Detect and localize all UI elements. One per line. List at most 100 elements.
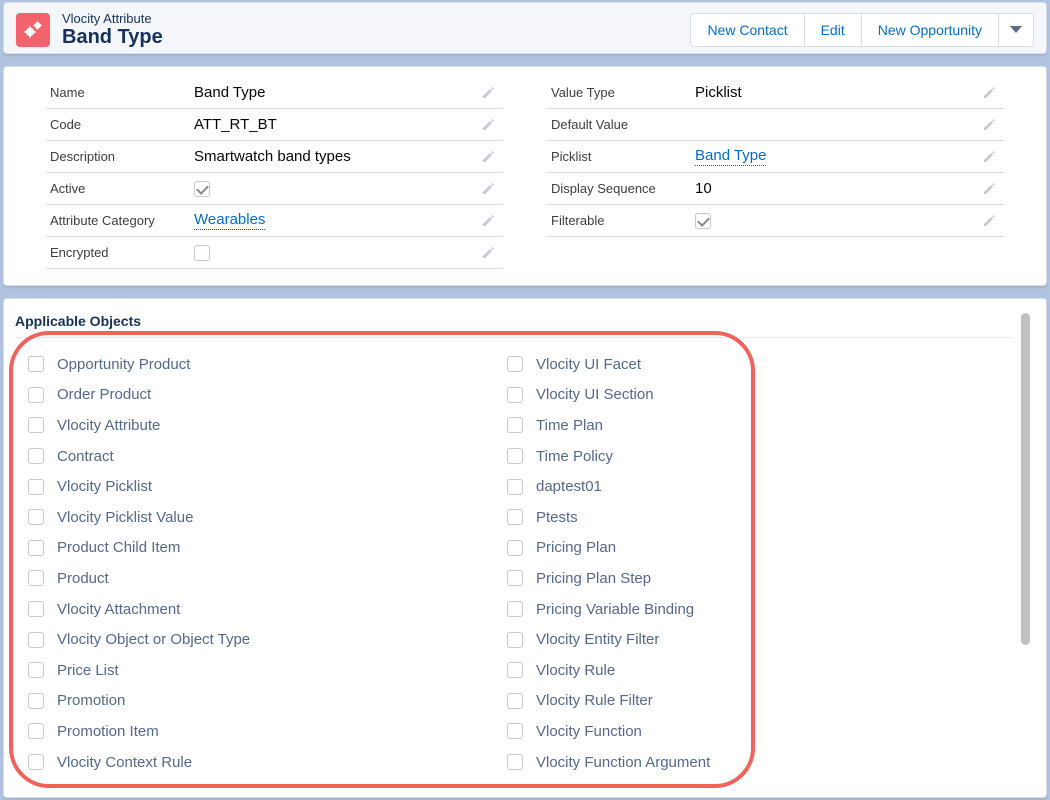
- edit-pencil-icon[interactable]: [982, 86, 996, 100]
- object-item[interactable]: Promotion Item: [28, 716, 250, 747]
- edit-pencil-icon[interactable]: [982, 118, 996, 132]
- object-type-label: Vlocity Attribute: [62, 11, 152, 26]
- edit-pencil-icon[interactable]: [481, 246, 495, 260]
- object-item[interactable]: Vlocity Attachment: [28, 594, 250, 625]
- object-item[interactable]: Vlocity Context Rule: [28, 747, 250, 778]
- object-checkbox[interactable]: [28, 662, 44, 679]
- object-label: Vlocity Picklist: [57, 478, 153, 496]
- field-label: Active: [50, 181, 86, 196]
- record-title: Band Type: [62, 26, 163, 48]
- object-item[interactable]: Vlocity Function Argument: [507, 747, 710, 778]
- field-checkbox: [695, 212, 711, 229]
- object-checkbox[interactable]: [507, 662, 523, 679]
- object-checkbox[interactable]: [507, 754, 523, 771]
- edit-pencil-icon[interactable]: [982, 182, 996, 196]
- object-item[interactable]: Time Policy: [507, 441, 710, 472]
- settings-gears-icon: [16, 13, 50, 47]
- field-row-active: Active: [46, 173, 503, 205]
- new-contact-button[interactable]: New Contact: [691, 14, 805, 46]
- object-checkbox[interactable]: [507, 386, 523, 403]
- object-checkbox[interactable]: [28, 509, 44, 526]
- object-item[interactable]: Vlocity Rule: [507, 655, 710, 686]
- field-label: Display Sequence: [551, 181, 656, 196]
- object-checkbox[interactable]: [28, 570, 44, 587]
- object-checkbox[interactable]: [28, 386, 44, 403]
- object-item[interactable]: Pricing Plan Step: [507, 563, 710, 594]
- object-checkbox[interactable]: [28, 692, 44, 709]
- object-checkbox[interactable]: [28, 539, 44, 556]
- details-left-column: Name Band Type Code ATT_RT_BT Description Sma…: [46, 77, 503, 269]
- object-item[interactable]: Opportunity Product: [28, 349, 250, 380]
- field-value-link[interactable]: Band Type: [695, 147, 767, 166]
- new-opportunity-button[interactable]: New Opportunity: [862, 14, 999, 46]
- object-item[interactable]: daptest01: [507, 471, 710, 502]
- details-right-column: Value Type Picklist Default Value Picklist B…: [547, 77, 1004, 237]
- object-checkbox[interactable]: [507, 631, 523, 648]
- object-label: Pricing Variable Binding: [536, 600, 695, 618]
- object-checkbox[interactable]: [507, 417, 523, 434]
- object-checkbox[interactable]: [507, 692, 523, 709]
- object-label: Product: [57, 569, 109, 587]
- object-label: Pricing Plan Step: [536, 569, 652, 587]
- object-checkbox[interactable]: [507, 448, 523, 465]
- field-row-value-type: Value Type Picklist: [547, 77, 1004, 109]
- object-item[interactable]: Vlocity Picklist Value: [28, 502, 250, 533]
- object-item[interactable]: Product Child Item: [28, 533, 250, 564]
- field-label: Value Type: [551, 85, 615, 100]
- object-checkbox[interactable]: [28, 356, 44, 373]
- object-item[interactable]: Vlocity UI Facet: [507, 349, 710, 380]
- vertical-scrollbar[interactable]: [1021, 313, 1030, 645]
- object-checkbox[interactable]: [28, 723, 44, 740]
- field-row-attribute-category: Attribute Category Wearables: [46, 205, 503, 237]
- object-label: Vlocity Attribute: [57, 416, 161, 434]
- object-label: Contract: [57, 447, 114, 465]
- object-checkbox[interactable]: [28, 417, 44, 434]
- edit-pencil-icon[interactable]: [481, 86, 495, 100]
- edit-pencil-icon[interactable]: [481, 150, 495, 164]
- object-checkbox[interactable]: [28, 631, 44, 648]
- object-checkbox[interactable]: [507, 539, 523, 556]
- object-item[interactable]: Vlocity Entity Filter: [507, 624, 710, 655]
- object-item[interactable]: Vlocity UI Section: [507, 380, 710, 411]
- object-label: Vlocity UI Facet: [536, 355, 642, 373]
- object-label: Vlocity Context Rule: [57, 753, 193, 771]
- record-header: Vlocity Attribute Band Type New Contact …: [3, 2, 1047, 54]
- object-item[interactable]: Ptests: [507, 502, 710, 533]
- more-actions-button[interactable]: [999, 14, 1033, 46]
- object-item[interactable]: Order Product: [28, 380, 250, 411]
- edit-pencil-icon[interactable]: [982, 214, 996, 228]
- field-row-name: Name Band Type: [46, 77, 503, 109]
- object-checkbox[interactable]: [28, 601, 44, 618]
- object-checkbox[interactable]: [507, 509, 523, 526]
- object-item[interactable]: Vlocity Attribute: [28, 410, 250, 441]
- object-item[interactable]: Vlocity Rule Filter: [507, 686, 710, 717]
- edit-pencil-icon[interactable]: [481, 214, 495, 228]
- object-item[interactable]: Contract: [28, 441, 250, 472]
- object-checkbox[interactable]: [28, 754, 44, 771]
- field-value-link[interactable]: Wearables: [194, 211, 266, 230]
- object-item[interactable]: Promotion: [28, 686, 250, 717]
- object-item[interactable]: Pricing Variable Binding: [507, 594, 710, 625]
- object-item[interactable]: Pricing Plan: [507, 533, 710, 564]
- edit-pencil-icon[interactable]: [481, 118, 495, 132]
- object-item[interactable]: Product: [28, 563, 250, 594]
- object-checkbox[interactable]: [28, 478, 44, 495]
- object-item[interactable]: Vlocity Picklist: [28, 471, 250, 502]
- object-label: Promotion Item: [57, 722, 159, 740]
- object-checkbox[interactable]: [507, 601, 523, 618]
- object-checkbox[interactable]: [507, 356, 523, 373]
- object-checkbox[interactable]: [28, 448, 44, 465]
- object-item[interactable]: Vlocity Function: [507, 716, 710, 747]
- object-checkbox[interactable]: [507, 478, 523, 495]
- edit-pencil-icon[interactable]: [481, 182, 495, 196]
- edit-pencil-icon[interactable]: [982, 150, 996, 164]
- object-checkbox[interactable]: [507, 570, 523, 587]
- edit-button[interactable]: Edit: [805, 14, 862, 46]
- object-item[interactable]: Price List: [28, 655, 250, 686]
- object-item[interactable]: Time Plan: [507, 410, 710, 441]
- field-row-picklist: Picklist Band Type: [547, 141, 1004, 173]
- field-row-description: Description Smartwatch band types: [46, 141, 503, 173]
- object-item[interactable]: Vlocity Object or Object Type: [28, 624, 250, 655]
- object-label: Vlocity Function Argument: [536, 753, 711, 771]
- object-checkbox[interactable]: [507, 723, 523, 740]
